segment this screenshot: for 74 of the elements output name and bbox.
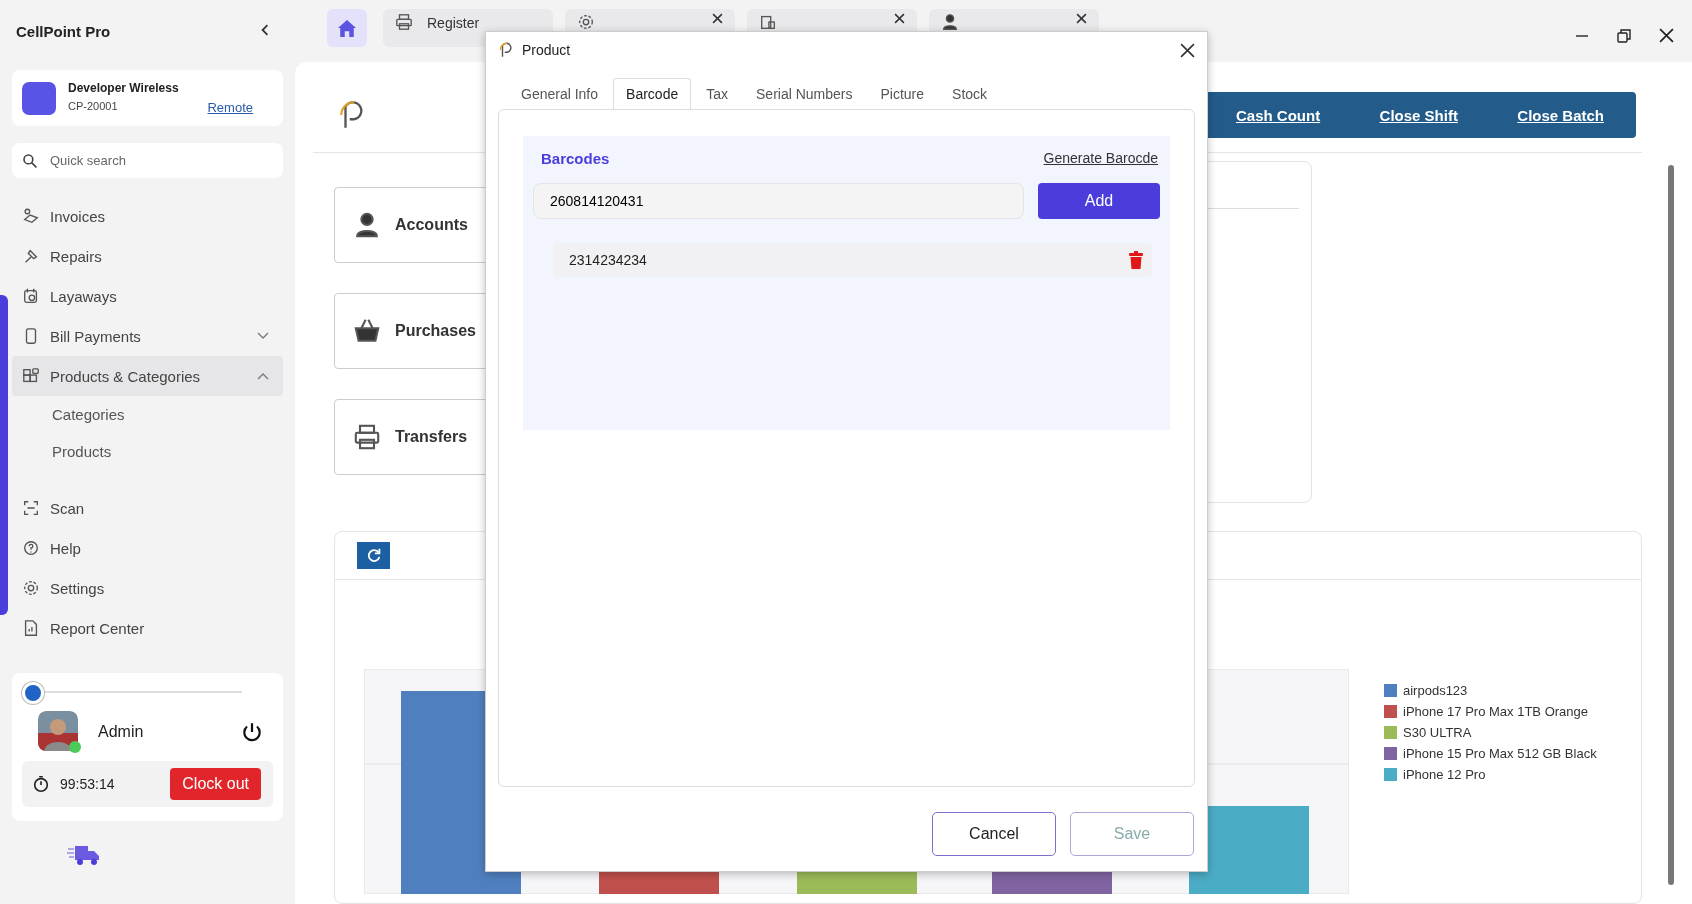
nav-item[interactable]: Repairs [12,236,283,276]
action-link[interactable]: Close Batch [1517,106,1604,124]
slider-thumb[interactable] [22,682,44,704]
power-icon[interactable] [241,721,263,743]
nav-item[interactable]: Products & Categories [12,356,283,396]
help-icon [22,539,40,557]
printer-icon [353,423,381,451]
store-code: CP-20001 [68,100,118,114]
box-icon [759,13,777,31]
dialog-tab[interactable]: Tax [693,78,741,109]
slider[interactable] [22,681,242,703]
dialog-tab[interactable]: Picture [867,78,938,109]
scan-icon [22,499,40,517]
nav-item[interactable]: Help [12,528,283,568]
action-link[interactable]: Cash Count [1236,106,1321,124]
store-name: Developer Wireless [68,81,180,95]
remote-link[interactable]: Remote [207,100,253,115]
repair-icon [22,247,40,265]
person-icon [353,211,381,239]
close-icon[interactable] [712,13,723,24]
invoice-icon [22,207,40,225]
store-logo-icon [22,81,56,115]
user-name: Admin [98,723,145,741]
trash-icon[interactable] [1128,250,1144,270]
basket-icon [353,317,381,345]
timer: 99:53:14 [60,776,116,792]
app-title: CellPoint Pro [16,22,112,40]
nav-item[interactable]: Report Center [12,608,283,648]
close-icon[interactable] [894,13,905,24]
dialog-tab[interactable]: Serial Numbers [743,78,866,109]
person-icon [941,13,959,31]
home-tab[interactable] [327,9,367,47]
dialog-tab[interactable]: Barcode [613,78,692,109]
search-field[interactable]: Quick search [12,143,283,178]
delivery-truck-icon[interactable] [66,843,102,867]
home-icon [338,19,356,37]
grid-icon [22,367,40,385]
clock-out-button[interactable]: Clock out [170,768,261,800]
dialog-tab[interactable]: General Info [508,78,612,109]
refresh-button[interactable] [357,542,390,569]
legend-label: S30 ULTRA [1403,725,1472,740]
add-button[interactable]: Add [1038,183,1160,219]
report-icon [22,619,40,637]
close-window-icon[interactable] [1659,28,1674,43]
nav-item[interactable]: Layaways [12,276,283,316]
generate-barcode-link[interactable]: Generate Barocde [1043,150,1158,167]
dialog-tab[interactable]: Stock [939,78,1001,109]
action-link[interactable]: Close Shift [1379,106,1458,124]
barcode-value: 2314234234 [569,252,647,268]
legend-label: iPhone 12 Pro [1403,767,1486,782]
nav-item[interactable]: Invoices [12,196,283,236]
chevron-left-icon [261,23,269,36]
search-input[interactable]: Quick search [48,152,273,169]
barcode-input[interactable]: 260814120431 [533,183,1024,219]
legend-label: iPhone 17 Pro Max 1TB Orange [1403,704,1588,719]
nav-subitem[interactable]: Categories [12,396,125,433]
close-icon[interactable] [1180,42,1195,58]
dialog-button[interactable]: Cancel [932,812,1056,856]
gear-icon [577,13,595,31]
stopwatch-icon [32,775,50,793]
calendar-icon [22,287,40,305]
nav-subitem[interactable]: Products [12,433,112,470]
legend-label: airpods123 [1403,683,1468,698]
nav-item[interactable]: Scan [12,488,283,528]
restore-icon[interactable] [1617,28,1631,43]
gear-icon [22,579,40,597]
search-icon [22,152,38,169]
legend-label: iPhone 15 Pro Max 512 GB Black [1403,746,1597,761]
close-icon[interactable] [1076,13,1087,24]
printer-icon [395,13,413,31]
nav-item[interactable]: Bill Payments [12,316,283,356]
section-title: Barcodes [541,150,610,167]
scrollbar[interactable] [1668,165,1674,885]
nav-item[interactable]: Settings [12,568,283,608]
